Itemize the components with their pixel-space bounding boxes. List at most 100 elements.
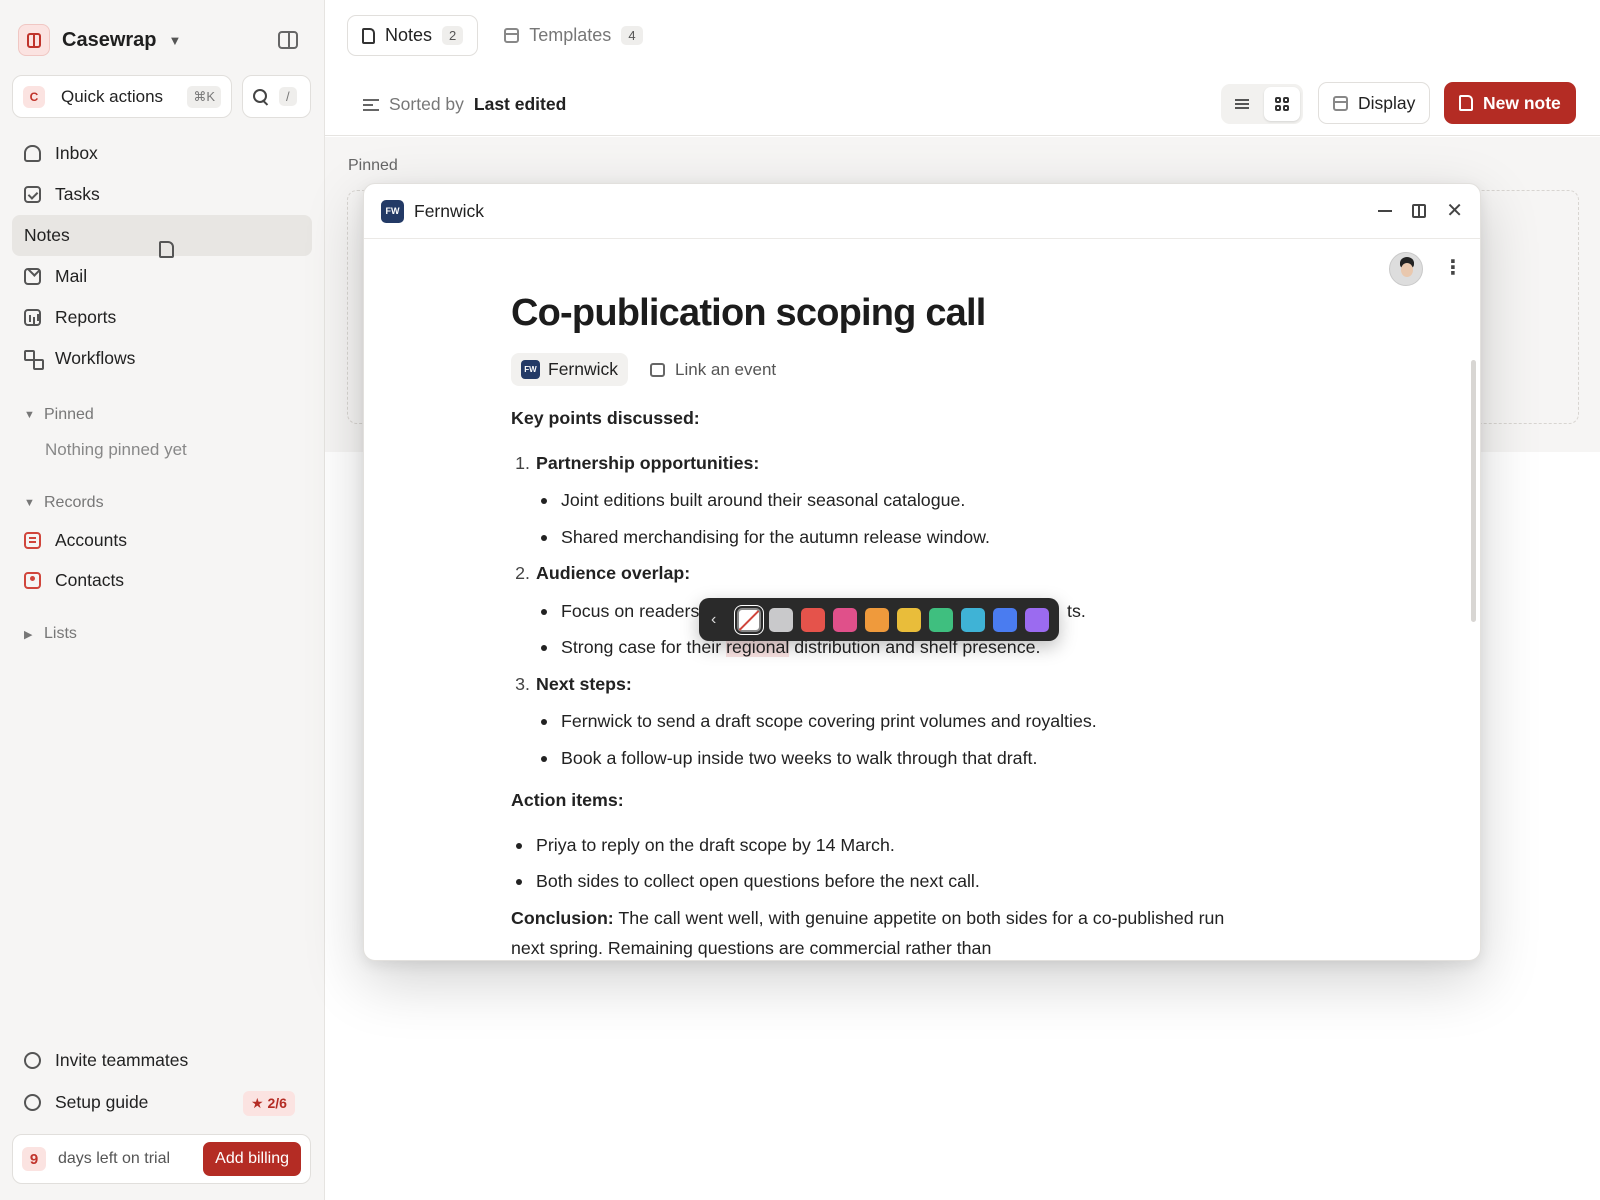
swatch-blue[interactable] [993, 607, 1017, 632]
scrollbar[interactable] [1471, 360, 1476, 622]
tab-label: Templates [529, 25, 612, 45]
list-item: Priya to reply on the draft scope by 14 … [516, 835, 895, 855]
search-button[interactable]: / [242, 75, 311, 118]
swatch-none[interactable] [737, 607, 761, 632]
company-tag[interactable]: FW Fernwick [511, 353, 629, 386]
sidebar-item-accounts[interactable]: Accounts [24, 530, 127, 551]
swatch-orange[interactable] [865, 607, 889, 632]
note-meta: FW Fernwick Link an event [511, 353, 1271, 386]
nav-item-label: Workflows [55, 348, 136, 368]
nav-item-inbox[interactable]: Inbox [12, 133, 312, 174]
note-window-title: Fernwick [414, 200, 485, 221]
workflow-icon [24, 350, 44, 370]
avatar[interactable] [1389, 252, 1423, 286]
note-title[interactable]: Co-publication scoping call [511, 292, 1271, 335]
layout-icon [1333, 95, 1348, 111]
swatch-pink[interactable] [833, 607, 857, 632]
bullet-text: Fernwick to send a draft scope covering … [561, 711, 1097, 731]
tab-bar: Notes 2 Templates 4 [347, 15, 657, 56]
add-billing-button[interactable]: Add billing [203, 1142, 301, 1176]
section-heading: Audience overlap: [536, 563, 691, 583]
section-heading: Next steps: [536, 674, 632, 694]
display-button[interactable]: Display [1318, 82, 1431, 124]
link-event-button[interactable]: Link an event [650, 360, 776, 380]
note-document: Co-publication scoping call FW Fernwick … [511, 292, 1271, 386]
new-note-button[interactable]: New note [1444, 82, 1576, 124]
lists-section-toggle[interactable]: ▶ Lists [24, 625, 77, 643]
sort-value: Last edited [473, 94, 567, 114]
user-plus-icon [24, 1052, 41, 1069]
new-note-label: New note [1483, 92, 1561, 113]
bullet-text: Priya to reply on the draft scope by 14 … [536, 835, 895, 855]
help-circle-icon [24, 1094, 41, 1111]
conclusion-label: Conclusion: [511, 908, 614, 928]
setup-label: Setup guide [55, 1092, 149, 1112]
nav-item-tasks[interactable]: Tasks [12, 174, 312, 215]
list-item: 3. Next steps: [511, 674, 632, 694]
swatch-gray[interactable] [769, 607, 793, 632]
chevron-right-icon: ▶ [24, 628, 33, 641]
workspace-switcher[interactable]: Casewrap ▼ [18, 24, 181, 56]
back-icon[interactable]: ‹ [711, 611, 729, 629]
check-square-icon [24, 186, 41, 203]
pinned-section-label: Pinned [44, 406, 94, 423]
bullet-text: Joint editions built around their season… [561, 490, 966, 510]
conclusion-text: The call went well, with genuine appetit… [613, 908, 1225, 928]
list-view-button[interactable] [1224, 87, 1260, 121]
key-points-heading: Key points discussed: [511, 408, 700, 428]
swatch-green[interactable] [929, 607, 953, 632]
search-shortcut: / [279, 87, 297, 106]
list-item: Shared merchandising for the autumn rele… [541, 528, 990, 547]
swatch-cyan[interactable] [961, 607, 985, 632]
mail-icon [24, 268, 41, 285]
minimize-icon[interactable] [1378, 210, 1393, 212]
document-icon [159, 241, 174, 258]
highlight-color-picker: ‹ [699, 598, 1059, 641]
building-icon [24, 532, 41, 549]
grid-view-button[interactable] [1264, 87, 1300, 121]
pinned-section-toggle[interactable]: ▼ Pinned [24, 406, 94, 424]
expand-icon[interactable] [1412, 204, 1427, 218]
list-number: 1. [515, 453, 530, 473]
invite-teammates-button[interactable]: Invite teammates [24, 1050, 188, 1071]
note-window-header: FW Fernwick ✕ [364, 184, 1480, 239]
workspace-logo-icon [18, 24, 50, 56]
more-options-icon[interactable]: ⋮ [1443, 258, 1463, 278]
nav-item-label: Reports [55, 307, 117, 327]
close-icon[interactable]: ✕ [1446, 201, 1463, 221]
tab-notes[interactable]: Notes 2 [347, 15, 479, 56]
bullet-text: Focus on readers [561, 601, 700, 621]
nav-item-notes[interactable]: Notes [12, 215, 312, 258]
trial-banner: 9 days left on trial Add billing [12, 1134, 311, 1184]
nav-item-label: Notes [24, 225, 70, 245]
tab-templates[interactable]: Templates 4 [490, 15, 656, 56]
setup-progress-badge: ★ 2/6 [243, 1091, 295, 1116]
nav-item-reports[interactable]: Reports [12, 297, 312, 338]
nav-item-workflows[interactable]: Workflows [12, 338, 312, 379]
bullet-text: Both sides to collect open questions bef… [536, 871, 980, 891]
bullet-text: Book a follow-up inside two weeks to wal… [561, 748, 1038, 768]
swatch-yellow[interactable] [897, 607, 921, 632]
tab-count: 2 [442, 26, 464, 45]
conclusion-paragraph-line2: next spring. Remaining questions are com… [511, 938, 992, 958]
list-item: Both sides to collect open questions bef… [516, 871, 980, 891]
main-nav: Inbox Tasks Notes Mail Reports Workflows [12, 133, 312, 379]
sort-control[interactable]: Sorted by Last edited [363, 94, 566, 115]
records-section-toggle[interactable]: ▼ Records [24, 494, 104, 512]
display-label: Display [1358, 92, 1416, 113]
nav-item-mail[interactable]: Mail [12, 256, 312, 297]
sidebar-toggle-icon[interactable] [278, 31, 298, 49]
swatch-purple[interactable] [1025, 607, 1049, 632]
swatch-red[interactable] [801, 607, 825, 632]
nav-item-label: Inbox [55, 143, 98, 163]
quick-actions-button[interactable]: C Quick actions ⌘K [12, 75, 232, 118]
company-badge: FW [521, 360, 540, 379]
pinned-empty-text: Nothing pinned yet [45, 440, 187, 459]
company-badge: FW [381, 199, 404, 223]
tab-label: Notes [385, 25, 433, 45]
contact-icon [24, 572, 41, 589]
list-number: 2. [515, 563, 530, 583]
sidebar-item-contacts[interactable]: Contacts [24, 570, 124, 591]
setup-guide-button[interactable]: Setup guide [24, 1092, 148, 1113]
document-icon [362, 27, 375, 44]
